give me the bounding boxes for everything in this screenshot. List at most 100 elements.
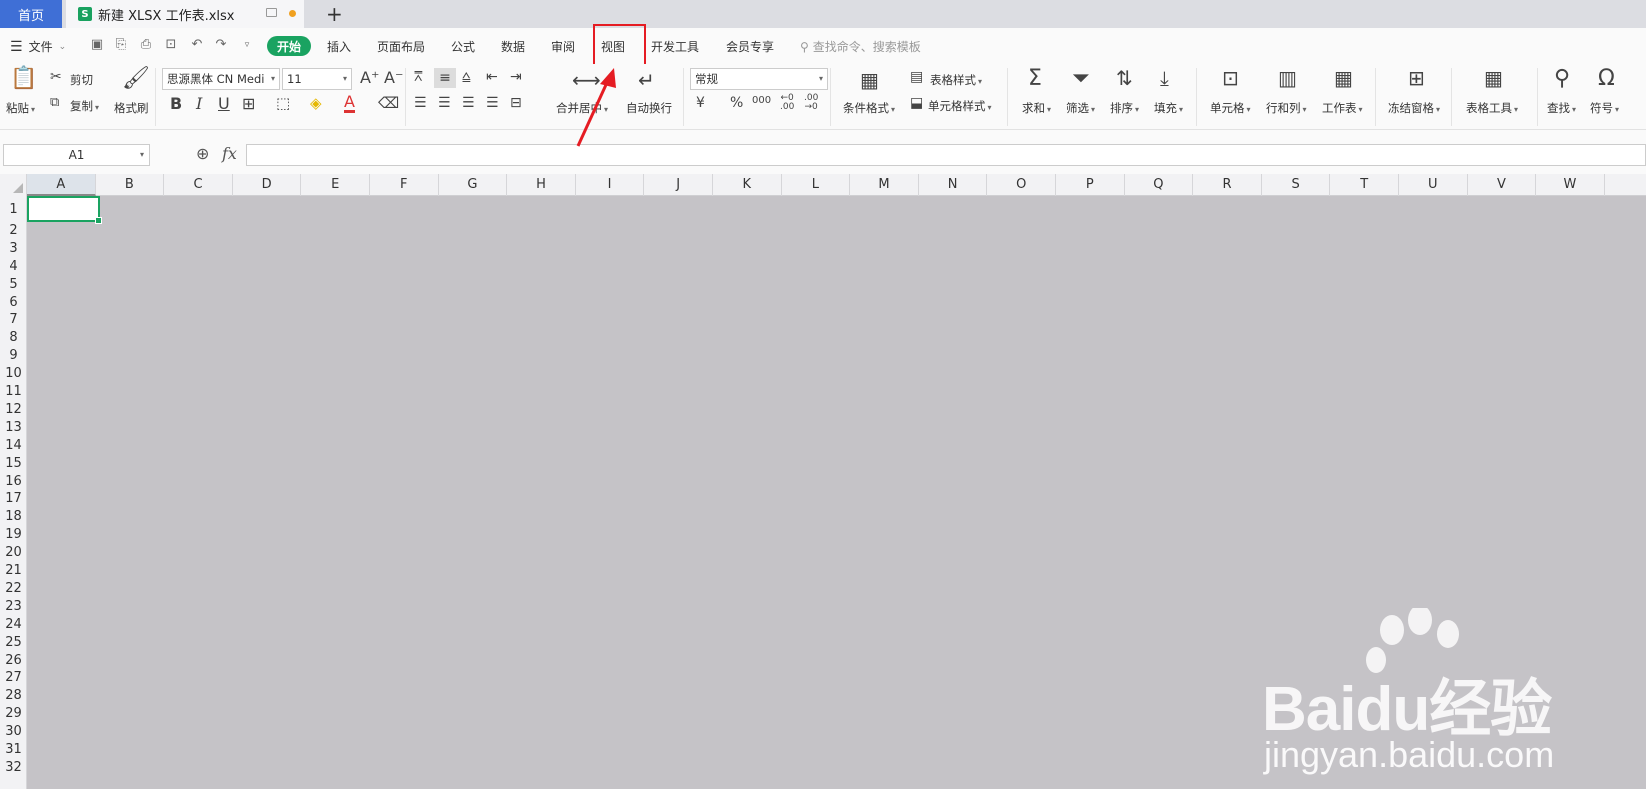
- paste-icon[interactable]: 📋: [10, 68, 37, 90]
- row-header[interactable]: 10: [0, 365, 27, 383]
- tab-member[interactable]: 会员专享: [726, 38, 774, 55]
- cut-button[interactable]: 剪切: [70, 72, 93, 88]
- column-header[interactable]: F: [370, 174, 439, 196]
- print-preview-icon[interactable]: ⊡: [164, 38, 178, 52]
- currency-icon[interactable]: ¥: [696, 96, 705, 110]
- row-header[interactable]: 8: [0, 329, 27, 347]
- tab-data[interactable]: 数据: [501, 38, 525, 55]
- column-header[interactable]: N: [919, 174, 988, 196]
- align-bottom-icon[interactable]: ⩠: [462, 70, 471, 84]
- name-box[interactable]: A1 ▾: [3, 144, 150, 166]
- column-header[interactable]: B: [96, 174, 165, 196]
- font-size-select[interactable]: 11 ▾: [282, 68, 352, 90]
- row-header[interactable]: 19: [0, 526, 27, 544]
- row-header[interactable]: 3: [0, 240, 27, 258]
- column-header[interactable]: C: [164, 174, 233, 196]
- tab-document[interactable]: S 新建 XLSX 工作表.xlsx: [66, 0, 304, 28]
- column-header[interactable]: W: [1536, 174, 1605, 196]
- fill-pattern-icon[interactable]: ⬚: [276, 96, 290, 111]
- table-tools-button[interactable]: 表格工具 ▾: [1466, 100, 1518, 116]
- select-all-corner[interactable]: [0, 174, 27, 196]
- increase-font-icon[interactable]: A⁺: [360, 70, 379, 86]
- row-column-button[interactable]: 行和列 ▾: [1266, 100, 1307, 116]
- column-header[interactable]: J: [644, 174, 713, 196]
- column-header[interactable]: G: [439, 174, 508, 196]
- row-header[interactable]: 28: [0, 687, 27, 705]
- column-header[interactable]: K: [713, 174, 782, 196]
- table-style-button[interactable]: 表格样式 ▾: [930, 72, 982, 88]
- row-header[interactable]: 5: [0, 276, 27, 294]
- row-header[interactable]: 31: [0, 741, 27, 759]
- format-painter-button[interactable]: 格式刷: [114, 100, 149, 116]
- bold-icon[interactable]: B: [170, 96, 182, 112]
- worksheet-button[interactable]: 工作表 ▾: [1322, 100, 1363, 116]
- column-header[interactable]: T: [1330, 174, 1399, 196]
- row-header[interactable]: 18: [0, 508, 27, 526]
- row-header[interactable]: 2: [0, 222, 27, 240]
- thousands-icon[interactable]: 000: [752, 96, 771, 106]
- row-header[interactable]: 29: [0, 705, 27, 723]
- copy-button[interactable]: 复制 ▾: [70, 98, 99, 114]
- column-header[interactable]: I: [576, 174, 645, 196]
- tab-start[interactable]: 开始: [267, 36, 311, 56]
- active-cell-a1[interactable]: [27, 196, 102, 224]
- border-icon[interactable]: ⊞: [242, 96, 255, 112]
- row-header[interactable]: 6: [0, 294, 27, 312]
- row-header[interactable]: 15: [0, 455, 27, 473]
- customize-dropdown-icon[interactable]: ▿: [240, 38, 254, 52]
- tab-view[interactable]: 视图: [601, 38, 625, 55]
- number-format-select[interactable]: 常规 ▾: [690, 68, 828, 90]
- increase-decimal-icon[interactable]: ←0.00: [780, 94, 794, 112]
- percent-icon[interactable]: %: [730, 96, 743, 110]
- symbol-button[interactable]: 符号 ▾: [1590, 100, 1619, 116]
- row-header[interactable]: 20: [0, 544, 27, 562]
- insert-function-button[interactable]: fx: [222, 144, 237, 163]
- tab-formulas[interactable]: 公式: [451, 38, 475, 55]
- align-top-icon[interactable]: ⩞: [414, 70, 423, 84]
- underline-icon[interactable]: U: [218, 96, 230, 112]
- row-header[interactable]: 17: [0, 490, 27, 508]
- merge-center-button[interactable]: 合并居中 ▾: [556, 100, 608, 116]
- monitor-icon[interactable]: [266, 8, 277, 17]
- column-header[interactable]: S: [1262, 174, 1331, 196]
- paste-button[interactable]: 粘贴 ▾: [6, 100, 35, 116]
- row-header[interactable]: 22: [0, 580, 27, 598]
- distributed-icon[interactable]: ⊟: [510, 96, 522, 110]
- row-header[interactable]: 9: [0, 347, 27, 365]
- file-menu[interactable]: ☰ 文件 ⌄: [10, 38, 66, 55]
- column-header[interactable]: M: [850, 174, 919, 196]
- clear-format-icon[interactable]: ⌫: [378, 96, 399, 111]
- tab-home[interactable]: 首页: [0, 0, 62, 28]
- command-search[interactable]: ⚲ 查找命令、搜索模板: [800, 38, 921, 55]
- zoom-icon[interactable]: ⊕: [196, 144, 209, 163]
- row-header[interactable]: 23: [0, 598, 27, 616]
- column-header[interactable]: H: [507, 174, 576, 196]
- tab-review[interactable]: 审阅: [551, 38, 575, 55]
- align-middle-icon[interactable]: ≡: [434, 68, 456, 88]
- increase-indent-icon[interactable]: ⇥: [510, 70, 522, 84]
- save-icon[interactable]: ▣: [90, 38, 104, 52]
- row-header[interactable]: 21: [0, 562, 27, 580]
- column-header[interactable]: Q: [1125, 174, 1194, 196]
- row-header[interactable]: 1: [0, 201, 27, 219]
- column-header[interactable]: P: [1056, 174, 1125, 196]
- font-name-select[interactable]: 思源黑体 CN Medi ▾: [162, 68, 280, 90]
- row-header[interactable]: 32: [0, 759, 27, 777]
- column-header[interactable]: E: [301, 174, 370, 196]
- cell-style-button[interactable]: 单元格样式 ▾: [928, 98, 992, 114]
- freeze-panes-button[interactable]: 冻结窗格 ▾: [1388, 100, 1440, 116]
- column-header[interactable]: V: [1468, 174, 1537, 196]
- column-header[interactable]: O: [987, 174, 1056, 196]
- decrease-decimal-icon[interactable]: .00 →0: [804, 94, 818, 112]
- decrease-font-icon[interactable]: A⁻: [384, 70, 403, 86]
- tab-page-layout[interactable]: 页面布局: [377, 38, 425, 55]
- redo-icon[interactable]: ↷: [214, 38, 228, 52]
- row-header[interactable]: 24: [0, 616, 27, 634]
- find-button[interactable]: 查找 ▾: [1547, 100, 1576, 116]
- tab-developer[interactable]: 开发工具: [651, 38, 699, 55]
- column-header[interactable]: D: [233, 174, 302, 196]
- format-icon[interactable]: ⎘: [114, 38, 128, 52]
- row-header[interactable]: 4: [0, 258, 27, 276]
- decrease-indent-icon[interactable]: ⇤: [486, 70, 498, 84]
- row-header[interactable]: 16: [0, 473, 27, 491]
